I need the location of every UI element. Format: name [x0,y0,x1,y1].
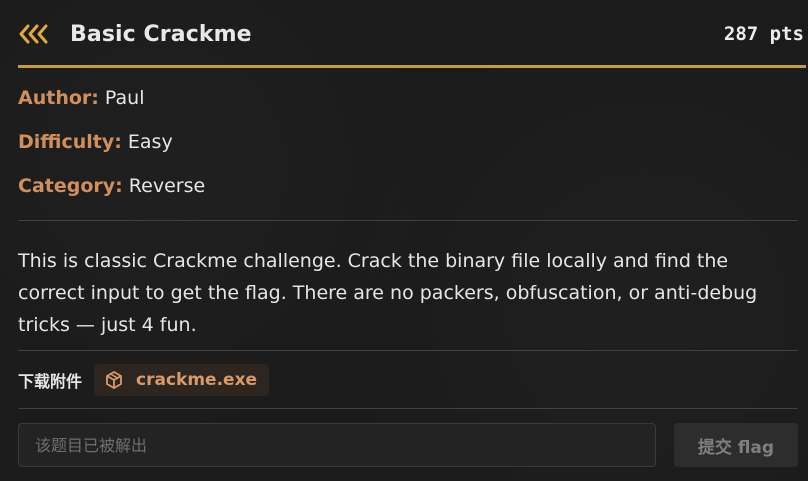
category-row: Category: Reverse [18,174,778,198]
author-value: Paul [104,87,145,109]
points-value: 287 pts [723,23,804,45]
section-divider [18,408,798,409]
difficulty-label: Difficulty: [18,131,122,153]
attachments-label: 下载附件 [18,372,83,391]
attachment-file-name: crackme.exe [136,370,258,390]
flag-input[interactable] [18,423,656,467]
attachment-file-button[interactable]: crackme.exe [94,364,270,396]
submit-flag-button[interactable]: 提交 flag [674,423,798,467]
package-cube-icon [104,370,124,390]
challenge-title: Basic Crackme [70,21,252,47]
title-underline [18,65,806,68]
difficulty-row: Difficulty: Easy [18,130,778,154]
difficulty-value: Easy [127,131,173,153]
challenge-page: Basic Crackme 287 pts Author: Paul Diffi… [0,0,808,481]
attachments-row: 下载附件 crackme.exe [18,364,270,396]
challenge-header: Basic Crackme 287 pts [18,12,806,56]
category-value: Reverse [128,175,206,197]
section-divider [18,350,798,351]
category-label: Category: [18,175,123,197]
triple-chevron-left-icon[interactable] [18,22,52,46]
challenge-description: This is classic Crackme challenge. Crack… [18,250,758,336]
author-label: Author: [18,87,99,109]
author-row: Author: Paul [18,86,778,110]
section-divider [18,220,798,221]
